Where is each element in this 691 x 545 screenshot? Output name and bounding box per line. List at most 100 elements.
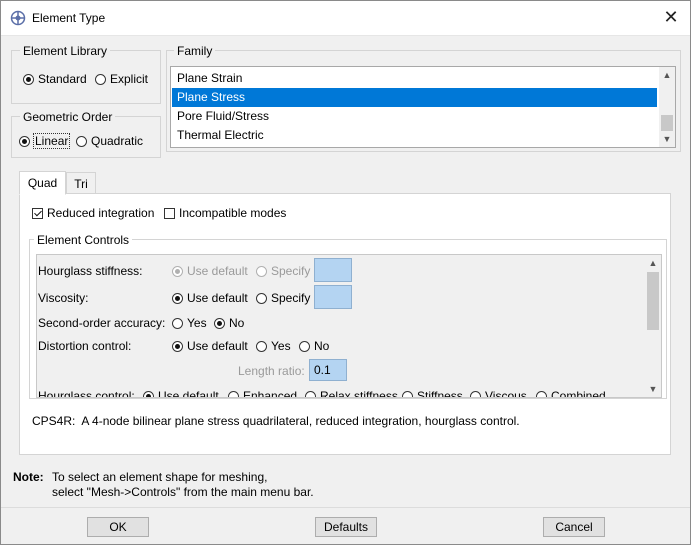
viscosity-specify-indicator[interactable] bbox=[256, 293, 267, 304]
reduced-integration-checkbox[interactable]: Reduced integration bbox=[32, 206, 154, 220]
app-icon bbox=[10, 10, 26, 26]
radio-standard[interactable]: Standard bbox=[23, 72, 87, 86]
reduced-integration-check-indicator[interactable] bbox=[32, 208, 43, 219]
controls-scroll-down-icon[interactable]: ▼ bbox=[645, 382, 661, 396]
title-bar[interactable]: Element Type ✕ bbox=[1, 1, 690, 36]
radio-standard-label: Standard bbox=[38, 72, 87, 86]
family-item-plane-stress[interactable]: Plane Stress bbox=[172, 88, 657, 107]
hourglass-control-stiffness[interactable]: Stiffness bbox=[402, 389, 463, 398]
controls-scroll-up-icon[interactable]: ▲ bbox=[645, 256, 661, 270]
radio-explicit-indicator[interactable] bbox=[95, 74, 106, 85]
family-item-pore-fluid-stress[interactable]: Pore Fluid/Stress bbox=[172, 107, 657, 126]
viscosity-use-default-label: Use default bbox=[187, 291, 248, 305]
geometric-order-legend: Geometric Order bbox=[20, 110, 116, 124]
radio-linear-label: Linear bbox=[32, 133, 71, 149]
radio-standard-indicator[interactable] bbox=[23, 74, 34, 85]
hourglass-control-use-default-label: Use default bbox=[158, 389, 219, 398]
hourglass-stiffness-use-default[interactable]: Use default bbox=[172, 264, 248, 278]
family-scrollbar[interactable]: ▲ ▼ bbox=[659, 67, 675, 147]
length-ratio-field[interactable]: 0.1 bbox=[309, 359, 347, 381]
radio-explicit-label: Explicit bbox=[110, 72, 149, 86]
reduced-integration-label: Reduced integration bbox=[47, 206, 155, 220]
hourglass-control-enhanced[interactable]: Enhanced bbox=[228, 389, 298, 398]
hourglass-stiffness-use-default-label: Use default bbox=[187, 264, 248, 278]
controls-scroll-thumb[interactable] bbox=[647, 272, 659, 330]
radio-explicit[interactable]: Explicit bbox=[95, 72, 148, 86]
cancel-button[interactable]: Cancel bbox=[543, 517, 605, 537]
viscosity-use-default-indicator[interactable] bbox=[172, 293, 183, 304]
hourglass-control-combined-label: Combined bbox=[551, 389, 606, 398]
hourglass-control-use-default[interactable]: Use default bbox=[143, 389, 219, 398]
viscosity-specify-label: Specify bbox=[271, 291, 311, 305]
family-item-thermal-electric[interactable]: Thermal Electric bbox=[172, 126, 657, 145]
hourglass-control-use-default-indicator[interactable] bbox=[143, 391, 154, 397]
incompatible-modes-checkbox[interactable]: Incompatible modes bbox=[164, 206, 286, 220]
distortion-control-yes-label: Yes bbox=[271, 339, 291, 353]
viscosity-use-default[interactable]: Use default bbox=[172, 291, 248, 305]
hourglass-control-combined-indicator[interactable] bbox=[536, 391, 547, 397]
viscosity-specify[interactable]: Specify bbox=[256, 291, 310, 305]
hourglass-control-enhanced-indicator[interactable] bbox=[228, 391, 239, 397]
distortion-control-use-default-label: Use default bbox=[187, 339, 248, 353]
radio-linear[interactable]: Linear bbox=[19, 133, 71, 149]
incompatible-modes-check-indicator[interactable] bbox=[164, 208, 175, 219]
hourglass-control-viscous-indicator[interactable] bbox=[470, 391, 481, 397]
family-scroll-thumb[interactable] bbox=[661, 115, 673, 131]
radio-quadratic-label: Quadratic bbox=[91, 134, 144, 148]
close-icon: ✕ bbox=[663, 7, 679, 27]
distortion-control-no-label: No bbox=[314, 339, 330, 353]
element-controls-legend: Element Controls bbox=[34, 233, 133, 247]
distortion-control-yes[interactable]: Yes bbox=[256, 339, 291, 353]
family-legend: Family bbox=[174, 44, 216, 58]
note-line-2: select "Mesh->Controls" from the main me… bbox=[52, 485, 314, 499]
tab-tri[interactable]: Tri bbox=[66, 172, 96, 194]
hourglass-control-viscous-label: Viscous bbox=[485, 389, 527, 398]
distortion-control-use-default[interactable]: Use default bbox=[172, 339, 248, 353]
hourglass-control-relax-stiffness[interactable]: Relax stiffness bbox=[305, 389, 398, 398]
hourglass-control-stiffness-indicator[interactable] bbox=[402, 391, 413, 397]
second-order-accuracy-no-label: No bbox=[229, 316, 245, 330]
note-line-1: To select an element shape for meshing, bbox=[52, 470, 268, 484]
hourglass-stiffness-specify-indicator[interactable] bbox=[256, 266, 267, 277]
radio-linear-indicator[interactable] bbox=[19, 136, 30, 147]
hourglass-control-relax-stiffness-label: Relax stiffness bbox=[320, 389, 398, 398]
hourglass-stiffness-specify[interactable]: Specify bbox=[256, 264, 310, 278]
distortion-control-label: Distortion control: bbox=[38, 339, 132, 353]
scroll-up-icon[interactable]: ▲ bbox=[659, 68, 675, 82]
second-order-accuracy-yes-label: Yes bbox=[187, 316, 207, 330]
second-order-accuracy-label: Second-order accuracy: bbox=[38, 316, 166, 330]
defaults-button[interactable]: Defaults bbox=[315, 517, 377, 537]
distortion-control-no-indicator[interactable] bbox=[299, 341, 310, 352]
hourglass-control-combined[interactable]: Combined bbox=[536, 389, 606, 398]
ok-button[interactable]: OK bbox=[87, 517, 149, 537]
distortion-control-no[interactable]: No bbox=[299, 339, 329, 353]
viscosity-value-field[interactable] bbox=[314, 285, 352, 309]
hourglass-control-viscous[interactable]: Viscous bbox=[470, 389, 527, 398]
scroll-down-icon[interactable]: ▼ bbox=[659, 132, 675, 146]
second-order-accuracy-yes-indicator[interactable] bbox=[172, 318, 183, 329]
element-library-legend: Element Library bbox=[20, 44, 111, 58]
hourglass-control-relax-stiffness-indicator[interactable] bbox=[305, 391, 316, 397]
distortion-control-yes-indicator[interactable] bbox=[256, 341, 267, 352]
second-order-accuracy-no-indicator[interactable] bbox=[214, 318, 225, 329]
hourglass-stiffness-use-default-indicator[interactable] bbox=[172, 266, 183, 277]
family-item-plane-strain[interactable]: Plane Strain bbox=[172, 69, 657, 88]
hourglass-control-stiffness-label: Stiffness bbox=[417, 389, 463, 398]
element-controls-scroll-area: Hourglass stiffness: Use default Specify… bbox=[36, 254, 662, 398]
hourglass-stiffness-value-field[interactable] bbox=[314, 258, 352, 282]
window-title: Element Type bbox=[32, 11, 106, 25]
radio-quadratic[interactable]: Quadratic bbox=[76, 134, 143, 148]
tab-quad[interactable]: Quad bbox=[19, 171, 66, 195]
radio-quadratic-indicator[interactable] bbox=[76, 136, 87, 147]
hourglass-stiffness-label: Hourglass stiffness: bbox=[38, 264, 143, 278]
element-controls-scrollbar[interactable]: ▲ ▼ bbox=[645, 255, 661, 397]
second-order-accuracy-no[interactable]: No bbox=[214, 316, 244, 330]
family-listbox[interactable]: Plane Strain Plane Stress Pore Fluid/Str… bbox=[170, 66, 676, 148]
viscosity-label: Viscosity: bbox=[38, 291, 89, 305]
second-order-accuracy-yes[interactable]: Yes bbox=[172, 316, 207, 330]
element-description: CPS4R: A 4-node bilinear plane stress qu… bbox=[32, 414, 520, 428]
distortion-control-use-default-indicator[interactable] bbox=[172, 341, 183, 352]
hourglass-control-enhanced-label: Enhanced bbox=[243, 389, 298, 398]
close-button[interactable]: ✕ bbox=[658, 6, 684, 30]
hourglass-control-label: Hourglass control: bbox=[38, 389, 135, 398]
